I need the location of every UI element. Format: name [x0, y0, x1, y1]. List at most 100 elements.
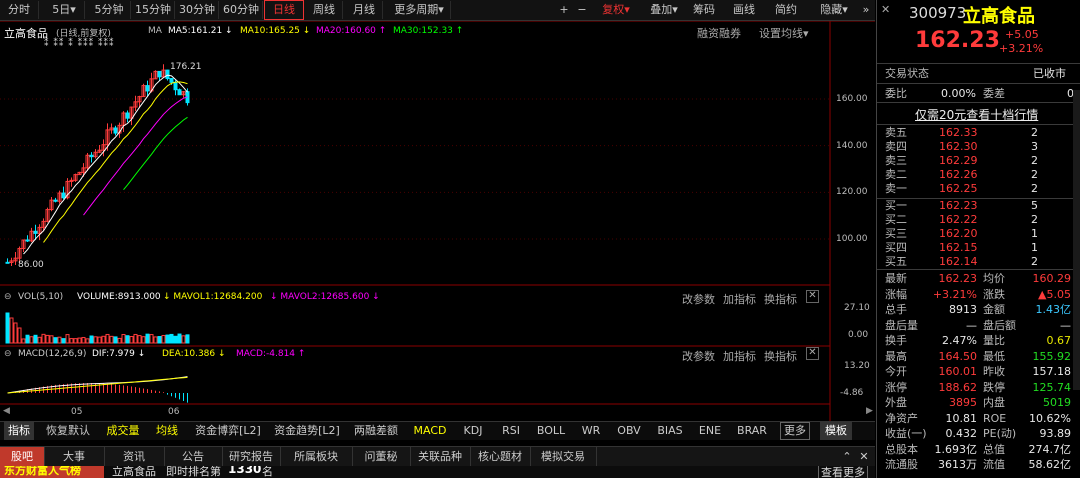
- collapse-icon[interactable]: ⊖: [4, 292, 12, 302]
- expand-right-icon[interactable]: »: [858, 1, 874, 19]
- volume-bar: [81, 336, 86, 344]
- period-tab-60min[interactable]: 60分钟: [220, 1, 263, 19]
- panel-scrollbar[interactable]: [1073, 90, 1080, 390]
- period-tab-intraday[interactable]: 分时: [0, 1, 39, 19]
- bid-row[interactable]: 买五 162.14 2: [877, 255, 1080, 269]
- zoom-in-button[interactable]: +: [556, 1, 572, 19]
- period-more-dropdown[interactable]: 更多周期▾: [388, 1, 451, 19]
- tab-volume[interactable]: 成交量: [101, 422, 145, 440]
- stat-value: 188.62: [938, 380, 978, 394]
- stat-row: 外盘 3895 内盘 5019: [877, 395, 1080, 410]
- ask-price: 162.25: [939, 182, 978, 195]
- tab-ask-secretary[interactable]: 问董秘: [352, 447, 411, 467]
- tab-guba[interactable]: 股吧: [0, 447, 45, 467]
- tab-related[interactable]: 关联品种: [410, 447, 471, 467]
- tab-sectors[interactable]: 所属板块: [280, 447, 353, 467]
- volume-bar: [137, 335, 142, 344]
- bid-row[interactable]: 买四 162.15 1: [877, 241, 1080, 255]
- ask-row[interactable]: 卖四 162.30 3: [877, 140, 1080, 154]
- tab-kdj[interactable]: KDJ: [456, 422, 490, 440]
- vol-add-indicator-button[interactable]: 加指标: [723, 291, 756, 307]
- period-tab-weekly[interactable]: 周线: [306, 1, 343, 19]
- tab-ene[interactable]: ENE: [694, 422, 726, 440]
- period-tab-30min[interactable]: 30分钟: [176, 1, 219, 19]
- stat-label: 均价: [983, 272, 1005, 285]
- tab-bias[interactable]: BIAS: [652, 422, 688, 440]
- ticker-stock-name: 立高食品: [112, 466, 156, 478]
- view-more-button[interactable]: 查看更多: [818, 466, 868, 478]
- volume-bar: [9, 317, 14, 344]
- macd-text: MACD:-4.814: [236, 349, 296, 359]
- bid-row[interactable]: 买二 162.22 2: [877, 213, 1080, 227]
- close-icon[interactable]: ✕: [881, 3, 890, 16]
- tab-obv[interactable]: OBV: [612, 422, 646, 440]
- vol-change-indicator-button[interactable]: 换指标: [764, 291, 797, 307]
- set-ma-button[interactable]: 设置均线▾: [759, 25, 809, 41]
- stat-value: 0.67: [1046, 334, 1072, 347]
- tab-core-themes[interactable]: 核心题材: [470, 447, 531, 467]
- low-price-label: 86.00: [18, 260, 44, 270]
- tab-brar[interactable]: BRAR: [732, 422, 772, 440]
- ask-row[interactable]: 卖三 162.29 2: [877, 154, 1080, 168]
- tab-wr[interactable]: WR: [576, 422, 606, 440]
- stat-label: 换手: [885, 334, 907, 347]
- stat-label: 金额: [983, 303, 1005, 316]
- chips-button[interactable]: 筹码: [690, 1, 718, 19]
- period-tab-5day[interactable]: 5日▾: [44, 1, 85, 19]
- tab-fund-trend[interactable]: 资金趋势[L2]: [270, 422, 344, 440]
- period-tab-monthly[interactable]: 月线: [346, 1, 383, 19]
- tab-research[interactable]: 研究报告: [222, 447, 281, 467]
- bid-book: 买一 162.23 5 买二 162.22 2 买三 162.20 1 买四 162.15 1 买五 16…: [877, 199, 1080, 271]
- tab-events[interactable]: 大事: [44, 447, 105, 467]
- volume-bar: [153, 336, 158, 344]
- event-markers[interactable]: ⁑ ⁑⁑ ⁑ ⁑⁑⁑ ⁑⁑⁑: [44, 39, 114, 49]
- period-tab-daily[interactable]: 日线: [264, 0, 304, 20]
- tab-restore-default[interactable]: 恢复默认: [40, 422, 96, 440]
- ask-label: 卖一: [885, 182, 907, 195]
- scroll-right-icon[interactable]: ▶: [866, 406, 873, 416]
- hide-dropdown[interactable]: 隐藏▾: [812, 1, 856, 19]
- volume-bar: [77, 337, 82, 344]
- macd-add-indicator-button[interactable]: 加指标: [723, 348, 756, 364]
- tab-macd[interactable]: MACD: [410, 422, 450, 440]
- close-icon[interactable]: ✕: [806, 290, 819, 303]
- ticker-rank-unit: 名: [262, 466, 273, 478]
- stat-row: 今开 160.01 昨收 157.18: [877, 364, 1080, 379]
- period-tab-15min[interactable]: 15分钟: [132, 1, 175, 19]
- level2-promo-link[interactable]: 仅需20元查看十档行情: [915, 106, 1038, 123]
- macd-edit-params-button[interactable]: 改参数: [682, 348, 715, 364]
- volume-value: VOLUME:8913.000: [77, 292, 161, 302]
- tab-fund-game[interactable]: 资金博弈[L2]: [191, 422, 265, 440]
- close-icon[interactable]: ✕: [856, 447, 872, 467]
- tab-rsi[interactable]: RSI: [496, 422, 526, 440]
- simple-mode-button[interactable]: 简约: [772, 1, 800, 19]
- tab-margin-diff[interactable]: 两融差额: [349, 422, 403, 440]
- adjust-label: 复权: [602, 3, 625, 16]
- indicator-menu-button[interactable]: 指标: [4, 422, 34, 440]
- tab-boll[interactable]: BOLL: [532, 422, 570, 440]
- ask-row[interactable]: 卖一 162.25 2: [877, 182, 1080, 196]
- bid-row[interactable]: 买一 162.23 5: [877, 199, 1080, 213]
- bid-label: 买四: [885, 241, 907, 254]
- more-indicators-button[interactable]: 更多: [780, 422, 810, 440]
- ask-row[interactable]: 卖二 162.26 2: [877, 168, 1080, 182]
- tab-news[interactable]: 资讯: [104, 447, 165, 467]
- macd-change-indicator-button[interactable]: 换指标: [764, 348, 797, 364]
- tab-announcements[interactable]: 公告: [164, 447, 223, 467]
- period-tab-5min[interactable]: 5分钟: [88, 1, 131, 19]
- tab-ma[interactable]: 均线: [150, 422, 184, 440]
- adjust-dropdown[interactable]: 复权▾: [594, 1, 638, 19]
- overlay-dropdown[interactable]: 叠加▾: [642, 1, 686, 19]
- collapse-icon[interactable]: ⊖: [4, 349, 12, 359]
- scroll-left-icon[interactable]: ◀: [3, 406, 10, 416]
- bid-row[interactable]: 买三 162.20 1: [877, 227, 1080, 241]
- draw-line-button[interactable]: 画线: [730, 1, 758, 19]
- vol-edit-params-button[interactable]: 改参数: [682, 291, 715, 307]
- margin-trading-button[interactable]: 融资融券: [697, 25, 741, 41]
- ask-row[interactable]: 卖五 162.33 2: [877, 126, 1080, 140]
- chevron-up-icon[interactable]: ⌃: [840, 447, 854, 467]
- tab-sim-trade[interactable]: 模拟交易: [530, 447, 597, 467]
- close-icon[interactable]: ✕: [806, 347, 819, 360]
- template-button[interactable]: 模板: [820, 422, 852, 440]
- zoom-out-button[interactable]: −: [574, 1, 590, 19]
